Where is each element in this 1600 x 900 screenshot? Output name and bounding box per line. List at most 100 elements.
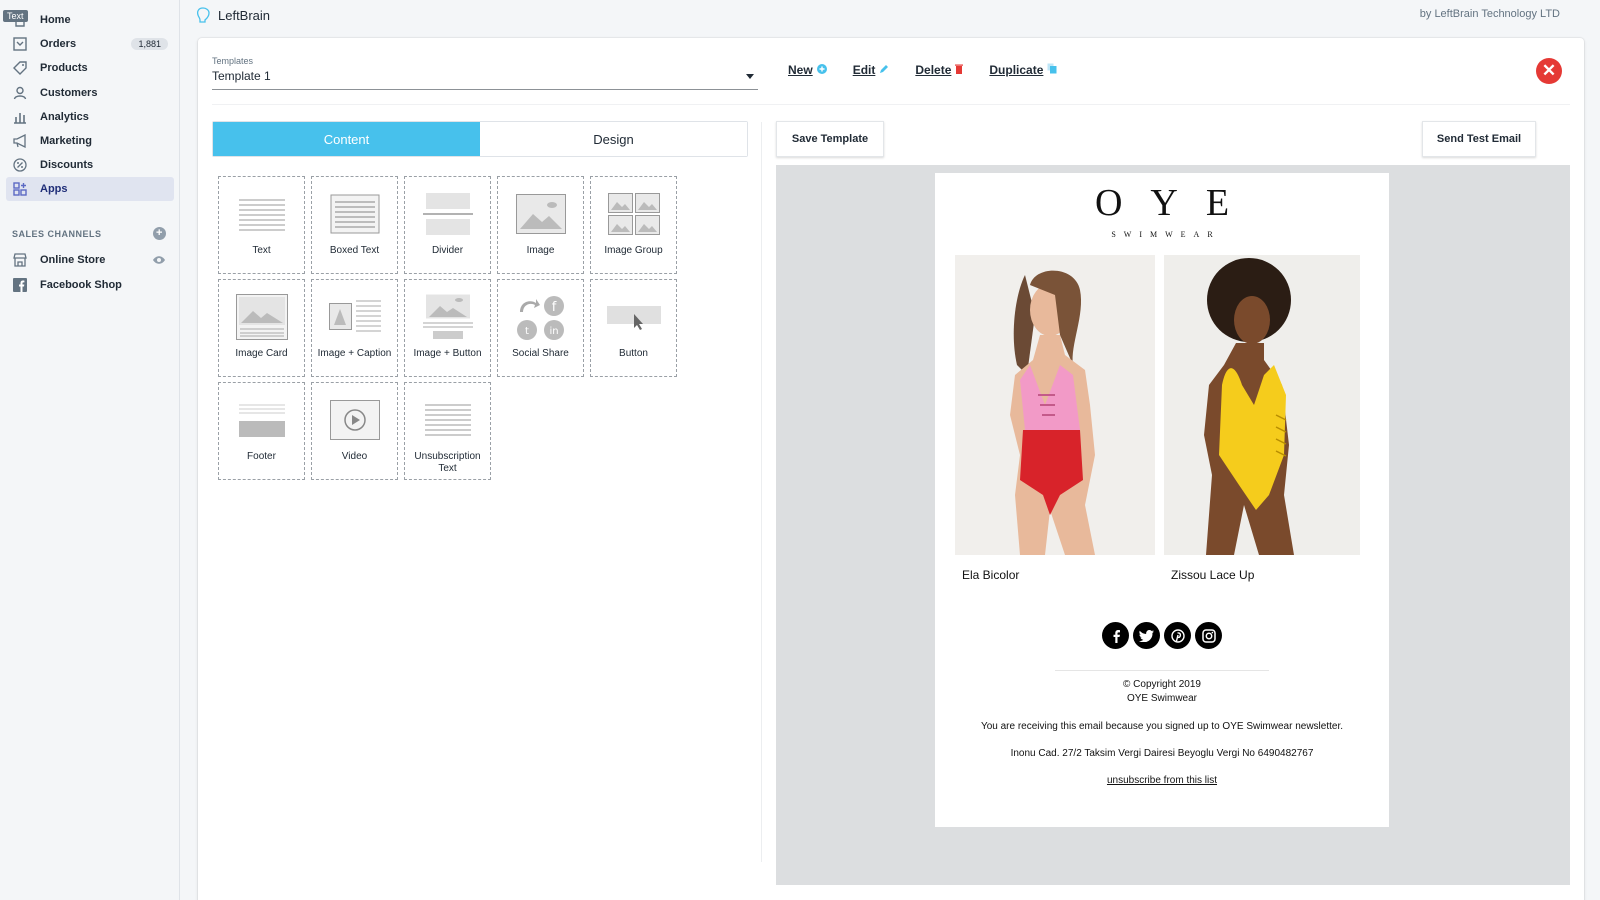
image-caption-block-icon: [328, 286, 381, 348]
template-select-label: Templates: [212, 56, 254, 66]
orders-icon: [12, 36, 28, 52]
block-unsubscription-text[interactable]: Unsubscription Text: [404, 382, 491, 480]
block-label: Image Card: [235, 348, 288, 359]
sidebar-item-discounts[interactable]: Discounts: [6, 153, 174, 177]
unsubscription-block-icon: [424, 389, 471, 451]
footer-divider: [1055, 670, 1269, 671]
sidebar-item-orders[interactable]: Orders 1,881: [6, 32, 174, 56]
sidebar-item-label: Online Store: [40, 254, 106, 267]
person-icon: [12, 85, 28, 101]
new-label: New: [788, 63, 813, 77]
send-test-email-button[interactable]: Send Test Email: [1422, 121, 1536, 157]
delete-template-button[interactable]: Delete: [915, 63, 964, 77]
boxed-text-block-icon: [330, 183, 380, 245]
brand-logo: OYE: [1094, 182, 1258, 224]
block-image-card[interactable]: Image Card: [218, 279, 305, 377]
product-image-zissou-lace-up[interactable]: [1164, 255, 1364, 555]
edit-label: Edit: [852, 63, 876, 77]
bar-chart-icon: [12, 109, 28, 125]
block-label: Social Share: [512, 348, 569, 359]
megaphone-icon: [12, 133, 28, 149]
content-blocks-grid: Text Boxed Text Divider Image Image Grou…: [218, 176, 678, 480]
instagram-icon[interactable]: [1195, 622, 1222, 649]
sales-channels-title: SALES CHANNELS: [12, 228, 102, 239]
block-button[interactable]: Button: [590, 279, 677, 377]
duplicate-label: Duplicate: [989, 63, 1044, 77]
sales-channels-header: SALES CHANNELS +: [12, 227, 166, 241]
social-share-block-icon: f t in: [516, 286, 566, 348]
add-channel-icon[interactable]: +: [153, 227, 166, 241]
sidebar: Home Orders 1,881 Products Customers Ana…: [0, 0, 180, 900]
leftbrain-logo-icon: [196, 7, 210, 23]
product-image-ela-bicolor[interactable]: [955, 255, 1155, 555]
svg-text:f: f: [551, 300, 556, 315]
block-label: Image + Caption: [317, 348, 392, 359]
apps-icon: [12, 181, 28, 197]
block-social-share[interactable]: f t in Social Share: [497, 279, 584, 377]
facebook-icon: [12, 277, 28, 293]
duplicate-template-button[interactable]: Duplicate: [989, 63, 1057, 77]
new-template-button[interactable]: New: [788, 63, 827, 77]
sidebar-item-home[interactable]: Home: [6, 8, 174, 32]
tag-icon: [12, 60, 28, 76]
block-label: Image: [526, 245, 555, 256]
image-card-block-icon: [235, 286, 288, 348]
block-video[interactable]: Video: [311, 382, 398, 480]
tab-design[interactable]: Design: [480, 122, 747, 156]
svg-text:in: in: [549, 326, 558, 337]
sidebar-item-marketing[interactable]: Marketing: [6, 129, 174, 153]
editor-tabs: Content Design: [212, 121, 748, 157]
sidebar-item-label: Customers: [40, 86, 98, 99]
sidebar-item-label: Marketing: [40, 134, 92, 147]
social-links: [935, 622, 1389, 649]
sidebar-item-facebook-shop[interactable]: Facebook Shop: [6, 273, 174, 297]
block-label: Image + Button: [413, 348, 482, 359]
image-button-block-icon: [422, 286, 473, 348]
block-label: Video: [341, 451, 368, 462]
sidebar-item-analytics[interactable]: Analytics: [6, 105, 174, 129]
sidebar-item-products[interactable]: Products: [6, 56, 174, 80]
image-block-icon: [515, 183, 566, 245]
sidebar-item-customers[interactable]: Customers: [6, 81, 174, 105]
sidebar-item-apps[interactable]: Apps: [6, 177, 174, 202]
block-image-caption[interactable]: Image + Caption: [311, 279, 398, 377]
twitter-icon[interactable]: [1133, 622, 1160, 649]
tab-content[interactable]: Content: [213, 122, 480, 156]
header-divider: [212, 104, 1570, 105]
save-template-button[interactable]: Save Template: [776, 121, 884, 157]
app-name: LeftBrain: [218, 7, 271, 23]
sidebar-item-online-store[interactable]: Online Store: [6, 248, 174, 272]
block-image[interactable]: Image: [497, 176, 584, 274]
top-bar: LeftBrain by LeftBrain Technology LTD: [180, 0, 1600, 30]
company-name: OYE Swimwear: [1126, 693, 1197, 704]
edit-template-button[interactable]: Edit: [853, 63, 890, 77]
block-label: Image Group: [604, 245, 663, 256]
plus-circle-icon: [816, 63, 827, 77]
sidebar-item-label: Analytics: [40, 110, 89, 123]
sidebar-item-label: Apps: [40, 183, 68, 196]
close-button[interactable]: ✕: [1536, 58, 1562, 84]
copyright-text: © Copyright 2019: [1123, 679, 1201, 690]
email-preview: OYE SWIMWEAR Ela Bicolor Zissou Lace Up …: [935, 173, 1389, 827]
sidebar-item-label: Orders: [40, 38, 77, 51]
email-preview-area: OYE SWIMWEAR Ela Bicolor Zissou Lace Up …: [776, 165, 1570, 885]
facebook-icon[interactable]: [1102, 622, 1129, 649]
delete-label: Delete: [915, 63, 952, 77]
block-divider[interactable]: Divider: [404, 176, 491, 274]
video-block-icon: [329, 389, 380, 451]
brand-subtitle: SWIMWEAR: [1111, 230, 1221, 239]
block-image-group[interactable]: Image Group: [590, 176, 677, 274]
discount-icon: [12, 157, 28, 173]
block-text[interactable]: Text: [218, 176, 305, 274]
template-select[interactable]: Templates Template 1: [212, 56, 758, 90]
subscription-reason: You are receiving this email because you…: [980, 721, 1344, 732]
unsubscribe-link[interactable]: unsubscribe from this list: [1107, 775, 1217, 786]
block-label: Text: [252, 245, 271, 256]
eye-icon[interactable]: [152, 253, 166, 268]
block-image-button[interactable]: Image + Button: [404, 279, 491, 377]
block-boxed-text[interactable]: Boxed Text: [311, 176, 398, 274]
block-footer[interactable]: Footer: [218, 382, 305, 480]
copy-icon: [1047, 63, 1057, 77]
pinterest-icon[interactable]: [1164, 622, 1191, 649]
pencil-icon: [879, 63, 889, 77]
